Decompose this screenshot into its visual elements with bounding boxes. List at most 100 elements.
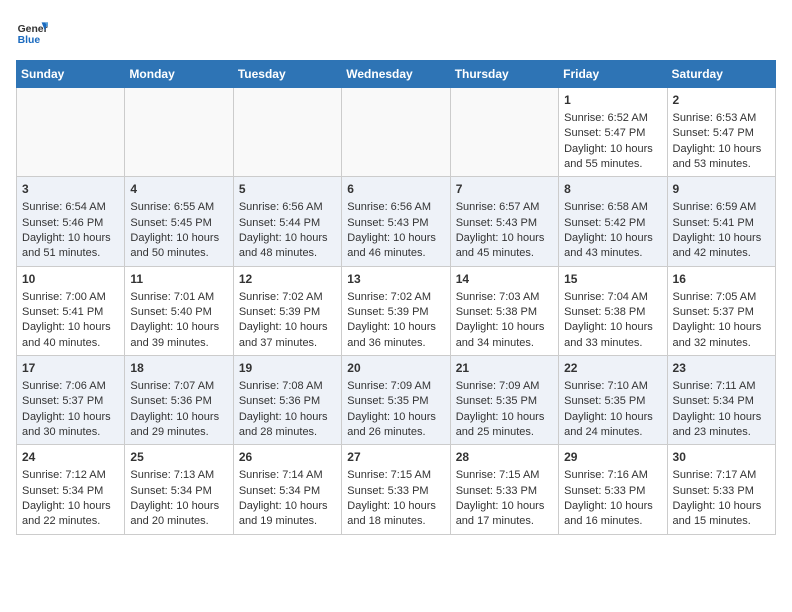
day-info-line: Daylight: 10 hours and 39 minutes. <box>130 320 227 351</box>
calendar-cell: 18Sunrise: 7:07 AMSunset: 5:36 PMDayligh… <box>125 356 233 445</box>
calendar-cell: 16Sunrise: 7:05 AMSunset: 5:37 PMDayligh… <box>667 266 775 355</box>
calendar-cell: 8Sunrise: 6:58 AMSunset: 5:42 PMDaylight… <box>559 177 667 266</box>
day-number: 14 <box>456 271 553 288</box>
day-info-line: Sunset: 5:47 PM <box>673 126 770 141</box>
calendar-cell: 11Sunrise: 7:01 AMSunset: 5:40 PMDayligh… <box>125 266 233 355</box>
day-info-line: Sunset: 5:43 PM <box>456 216 553 231</box>
calendar-week-row: 3Sunrise: 6:54 AMSunset: 5:46 PMDaylight… <box>17 177 776 266</box>
day-info-line: Sunset: 5:36 PM <box>239 394 336 409</box>
day-of-week-header: Wednesday <box>342 61 450 88</box>
calendar-cell: 30Sunrise: 7:17 AMSunset: 5:33 PMDayligh… <box>667 445 775 534</box>
calendar-header-row: SundayMondayTuesdayWednesdayThursdayFrid… <box>17 61 776 88</box>
calendar-cell: 19Sunrise: 7:08 AMSunset: 5:36 PMDayligh… <box>233 356 341 445</box>
day-info-line: Sunset: 5:33 PM <box>673 484 770 499</box>
day-number: 10 <box>22 271 119 288</box>
day-number: 22 <box>564 360 661 377</box>
calendar-cell <box>125 88 233 177</box>
day-info-line: Daylight: 10 hours and 43 minutes. <box>564 231 661 262</box>
day-info-line: Daylight: 10 hours and 25 minutes. <box>456 410 553 441</box>
logo: General Blue <box>16 16 48 48</box>
day-of-week-header: Tuesday <box>233 61 341 88</box>
day-number: 7 <box>456 181 553 198</box>
day-number: 9 <box>673 181 770 198</box>
day-info-line: Sunset: 5:35 PM <box>456 394 553 409</box>
day-of-week-header: Friday <box>559 61 667 88</box>
day-info-line: Sunset: 5:33 PM <box>564 484 661 499</box>
calendar-cell: 6Sunrise: 6:56 AMSunset: 5:43 PMDaylight… <box>342 177 450 266</box>
day-of-week-header: Sunday <box>17 61 125 88</box>
day-info-line: Daylight: 10 hours and 46 minutes. <box>347 231 444 262</box>
calendar-cell: 21Sunrise: 7:09 AMSunset: 5:35 PMDayligh… <box>450 356 558 445</box>
calendar-cell: 22Sunrise: 7:10 AMSunset: 5:35 PMDayligh… <box>559 356 667 445</box>
day-info-line: Sunset: 5:41 PM <box>22 305 119 320</box>
calendar-cell: 17Sunrise: 7:06 AMSunset: 5:37 PMDayligh… <box>17 356 125 445</box>
day-info-line: Sunset: 5:39 PM <box>347 305 444 320</box>
day-number: 1 <box>564 92 661 109</box>
day-info-line: Sunset: 5:36 PM <box>130 394 227 409</box>
day-number: 6 <box>347 181 444 198</box>
calendar-table: SundayMondayTuesdayWednesdayThursdayFrid… <box>16 60 776 535</box>
day-info-line: Sunrise: 7:12 AM <box>22 468 119 483</box>
day-info-line: Sunrise: 6:59 AM <box>673 200 770 215</box>
day-number: 8 <box>564 181 661 198</box>
day-info-line: Daylight: 10 hours and 36 minutes. <box>347 320 444 351</box>
day-info-line: Daylight: 10 hours and 40 minutes. <box>22 320 119 351</box>
day-info-line: Daylight: 10 hours and 26 minutes. <box>347 410 444 441</box>
calendar-cell: 12Sunrise: 7:02 AMSunset: 5:39 PMDayligh… <box>233 266 341 355</box>
day-info-line: Sunrise: 7:05 AM <box>673 290 770 305</box>
day-info-line: Daylight: 10 hours and 53 minutes. <box>673 142 770 173</box>
day-info-line: Sunset: 5:33 PM <box>347 484 444 499</box>
page-header: General Blue <box>16 16 776 48</box>
day-number: 4 <box>130 181 227 198</box>
day-info-line: Sunrise: 7:15 AM <box>347 468 444 483</box>
calendar-cell: 23Sunrise: 7:11 AMSunset: 5:34 PMDayligh… <box>667 356 775 445</box>
day-info-line: Sunset: 5:44 PM <box>239 216 336 231</box>
day-info-line: Sunrise: 7:06 AM <box>22 379 119 394</box>
day-number: 26 <box>239 449 336 466</box>
day-info-line: Daylight: 10 hours and 29 minutes. <box>130 410 227 441</box>
day-info-line: Sunset: 5:34 PM <box>22 484 119 499</box>
calendar-cell: 20Sunrise: 7:09 AMSunset: 5:35 PMDayligh… <box>342 356 450 445</box>
day-info-line: Sunset: 5:40 PM <box>130 305 227 320</box>
day-number: 13 <box>347 271 444 288</box>
day-info-line: Daylight: 10 hours and 28 minutes. <box>239 410 336 441</box>
day-info-line: Sunrise: 7:00 AM <box>22 290 119 305</box>
calendar-cell: 4Sunrise: 6:55 AMSunset: 5:45 PMDaylight… <box>125 177 233 266</box>
day-info-line: Sunrise: 6:55 AM <box>130 200 227 215</box>
day-info-line: Sunrise: 7:10 AM <box>564 379 661 394</box>
calendar-cell: 1Sunrise: 6:52 AMSunset: 5:47 PMDaylight… <box>559 88 667 177</box>
calendar-cell: 25Sunrise: 7:13 AMSunset: 5:34 PMDayligh… <box>125 445 233 534</box>
day-number: 25 <box>130 449 227 466</box>
day-number: 5 <box>239 181 336 198</box>
day-info-line: Sunset: 5:41 PM <box>673 216 770 231</box>
day-number: 21 <box>456 360 553 377</box>
calendar-cell: 14Sunrise: 7:03 AMSunset: 5:38 PMDayligh… <box>450 266 558 355</box>
calendar-cell: 9Sunrise: 6:59 AMSunset: 5:41 PMDaylight… <box>667 177 775 266</box>
day-info-line: Sunset: 5:34 PM <box>130 484 227 499</box>
day-number: 18 <box>130 360 227 377</box>
calendar-cell: 7Sunrise: 6:57 AMSunset: 5:43 PMDaylight… <box>450 177 558 266</box>
day-info-line: Sunrise: 6:52 AM <box>564 111 661 126</box>
day-info-line: Sunrise: 7:17 AM <box>673 468 770 483</box>
day-info-line: Sunset: 5:45 PM <box>130 216 227 231</box>
day-info-line: Sunrise: 7:16 AM <box>564 468 661 483</box>
day-info-line: Sunrise: 7:15 AM <box>456 468 553 483</box>
day-number: 20 <box>347 360 444 377</box>
day-info-line: Sunrise: 7:11 AM <box>673 379 770 394</box>
calendar-cell: 13 Sunrise: 7:02 AMSunset: 5:39 PMDayligh… <box>342 266 450 355</box>
day-info-line: Sunrise: 6:53 AM <box>673 111 770 126</box>
day-info-line: Sunset: 5:43 PM <box>347 216 444 231</box>
calendar-week-row: 10Sunrise: 7:00 AMSunset: 5:41 PMDayligh… <box>17 266 776 355</box>
calendar-cell: 3Sunrise: 6:54 AMSunset: 5:46 PMDaylight… <box>17 177 125 266</box>
svg-text:Blue: Blue <box>18 35 41 46</box>
logo-icon: General Blue <box>16 16 48 48</box>
day-info-line: Daylight: 10 hours and 51 minutes. <box>22 231 119 262</box>
day-info-line: Sunset: 5:37 PM <box>673 305 770 320</box>
calendar-cell <box>342 88 450 177</box>
day-info-line: Sunset: 5:35 PM <box>564 394 661 409</box>
day-info-line: Sunrise: 7:01 AM <box>130 290 227 305</box>
day-info-line: Sunrise: 7:02 AM <box>347 290 444 305</box>
day-info-line: Daylight: 10 hours and 32 minutes. <box>673 320 770 351</box>
calendar-cell: 26Sunrise: 7:14 AMSunset: 5:34 PMDayligh… <box>233 445 341 534</box>
day-info-line: Daylight: 10 hours and 45 minutes. <box>456 231 553 262</box>
